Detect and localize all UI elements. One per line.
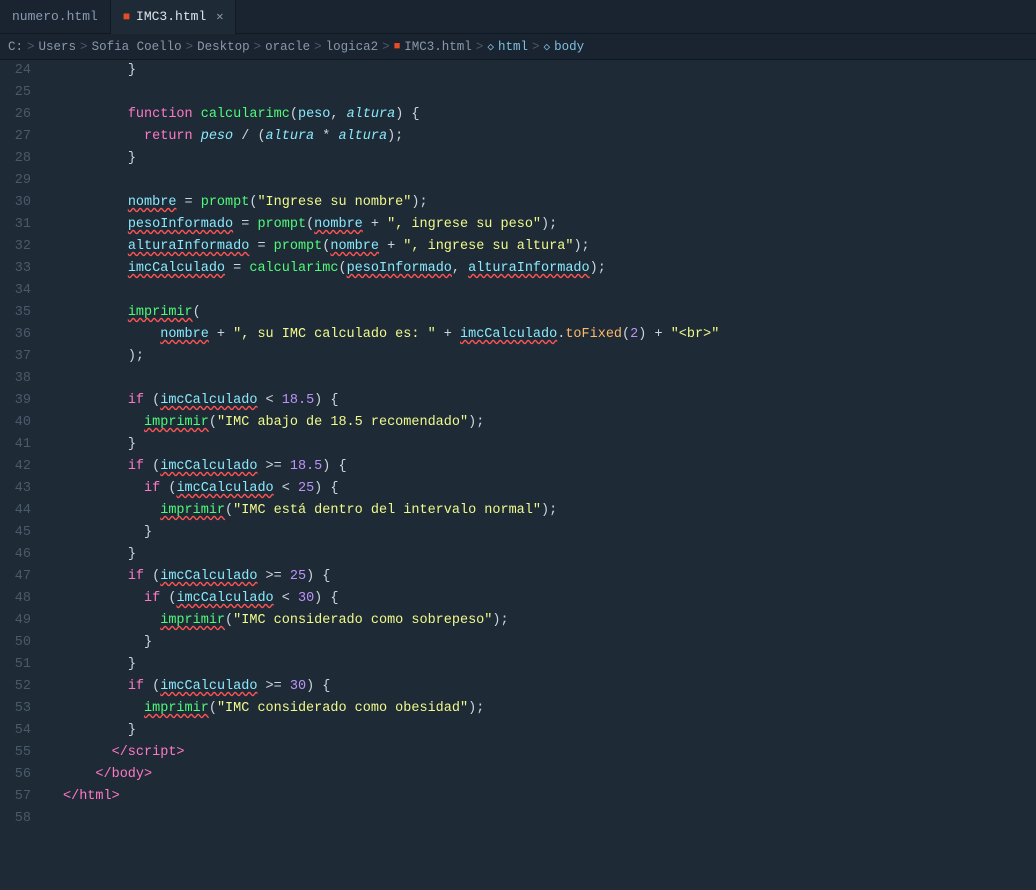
code-line-37: );	[63, 346, 1036, 368]
line-numbers: 24 25 26 27 28 29 30 31 32 33 34 35 36 3…	[0, 60, 55, 830]
crumb-html-node: html	[498, 40, 528, 54]
crumb-file: IMC3.html	[404, 40, 472, 54]
crumb-users: Users	[39, 40, 77, 54]
code-line-58	[63, 808, 1036, 830]
code-line-38	[63, 368, 1036, 390]
code-line-24: }	[63, 60, 1036, 82]
tab-bar: numero.html ■ IMC3.html ✕	[0, 0, 1036, 34]
code-line-42: if (imcCalculado >= 18.5) {	[63, 456, 1036, 478]
code-content: } function calcularimc(peso, altura) { r…	[55, 60, 1036, 830]
code-line-32: alturaInformado = prompt(nombre + ", ing…	[63, 236, 1036, 258]
code-line-50: }	[63, 632, 1036, 654]
code-line-29	[63, 170, 1036, 192]
code-line-48: if (imcCalculado < 30) {	[63, 588, 1036, 610]
code-line-26: function calcularimc(peso, altura) {	[63, 104, 1036, 126]
code-line-57: </html>	[63, 786, 1036, 808]
crumb-logica2: logica2	[326, 40, 379, 54]
crumb-c: C:	[8, 40, 23, 54]
crumb-desktop: Desktop	[197, 40, 250, 54]
code-line-43: if (imcCalculado < 25) {	[63, 478, 1036, 500]
code-editor[interactable]: 24 25 26 27 28 29 30 31 32 33 34 35 36 3…	[0, 60, 1036, 890]
code-line-25	[63, 82, 1036, 104]
html-file-icon: ■	[394, 41, 401, 53]
code-line-54: }	[63, 720, 1036, 742]
code-line-31: pesoInformado = prompt(nombre + ", ingre…	[63, 214, 1036, 236]
tab-imc3-label: IMC3.html	[136, 9, 206, 24]
html-tag-icon: ◇	[487, 40, 494, 54]
code-line-52: if (imcCalculado >= 30) {	[63, 676, 1036, 698]
tab-imc3-icon: ■	[123, 10, 130, 24]
code-line-49: imprimir("IMC considerado como sobrepeso…	[63, 610, 1036, 632]
code-line-35: imprimir(	[63, 302, 1036, 324]
breadcrumb: C: > Users > Sofia Coello > Desktop > or…	[0, 34, 1036, 60]
code-line-46: }	[63, 544, 1036, 566]
code-line-47: if (imcCalculado >= 25) {	[63, 566, 1036, 588]
code-line-45: }	[63, 522, 1036, 544]
code-line-28: }	[63, 148, 1036, 170]
code-line-51: }	[63, 654, 1036, 676]
body-tag-icon: ◇	[543, 40, 550, 54]
code-line-41: }	[63, 434, 1036, 456]
code-line-40: imprimir("IMC abajo de 18.5 recomendado"…	[63, 412, 1036, 434]
code-line-27: return peso / (altura * altura);	[63, 126, 1036, 148]
code-line-44: imprimir("IMC está dentro del intervalo …	[63, 500, 1036, 522]
code-line-36: nombre + ", su IMC calculado es: " + imc…	[63, 324, 1036, 346]
code-line-34	[63, 280, 1036, 302]
tab-numero[interactable]: numero.html	[0, 0, 111, 34]
tab-numero-label: numero.html	[12, 9, 98, 24]
code-line-39: if (imcCalculado < 18.5) {	[63, 390, 1036, 412]
crumb-sofia: Sofia Coello	[92, 40, 182, 54]
code-line-33: imcCalculado = calcularimc(pesoInformado…	[63, 258, 1036, 280]
code-line-55: </script>	[63, 742, 1036, 764]
crumb-oracle: oracle	[265, 40, 310, 54]
tab-close-button[interactable]: ✕	[216, 9, 223, 24]
code-line-53: imprimir("IMC considerado como obesidad"…	[63, 698, 1036, 720]
crumb-body-node: body	[554, 40, 584, 54]
code-line-30: nombre = prompt("Ingrese su nombre");	[63, 192, 1036, 214]
code-line-56: </body>	[63, 764, 1036, 786]
tab-imc3[interactable]: ■ IMC3.html ✕	[111, 0, 237, 34]
code-container: 24 25 26 27 28 29 30 31 32 33 34 35 36 3…	[0, 60, 1036, 830]
